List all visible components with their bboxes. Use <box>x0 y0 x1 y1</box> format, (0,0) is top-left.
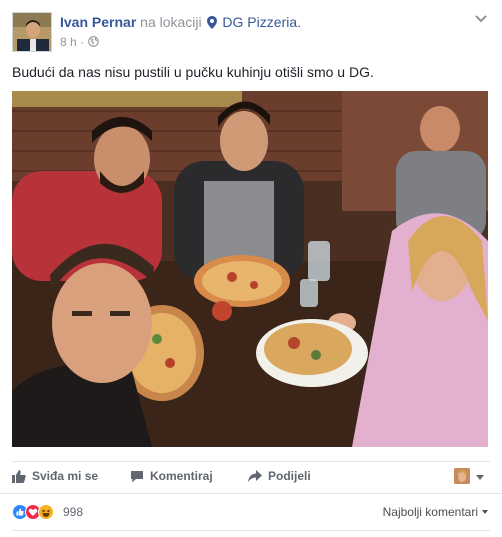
author-avatar[interactable] <box>12 12 52 52</box>
divider <box>12 530 490 531</box>
reaction-icons[interactable] <box>12 504 62 520</box>
globe-icon[interactable] <box>88 36 100 48</box>
facebook-post-card: Ivan Pernar na lokaciji DG Pizzeria. 8 h… <box>0 0 502 537</box>
meta-separator: · <box>80 34 85 49</box>
reaction-identity-avatar[interactable] <box>454 468 470 484</box>
post-header: Ivan Pernar na lokaciji DG Pizzeria. 8 h… <box>12 12 490 52</box>
location-prefix: na lokaciji <box>140 14 202 30</box>
like-button[interactable]: Sviđa mi se <box>12 469 98 483</box>
reaction-count[interactable]: 998 <box>63 505 83 519</box>
share-arrow-icon <box>248 470 262 482</box>
haha-reaction-icon <box>38 504 54 520</box>
reactions-bar: 998 Najbolji komentari <box>0 493 502 531</box>
comment-bubble-icon <box>131 471 143 483</box>
location-name-link[interactable]: DG Pizzeria. <box>222 14 301 30</box>
like-button-label: Sviđa mi se <box>32 469 99 483</box>
comments-sort-dropdown[interactable]: Najbolji komentari <box>383 505 478 519</box>
post-meta: 8 h · <box>60 34 100 49</box>
comment-button[interactable]: Komentiraj <box>130 469 213 483</box>
post-options-chevron-icon[interactable] <box>474 14 488 24</box>
post-photo[interactable] <box>12 91 488 447</box>
share-button-label: Podijeli <box>268 469 311 483</box>
post-text: Budući da nas nisu pustili u pučku kuhin… <box>12 64 374 80</box>
comment-button-label: Komentiraj <box>150 469 213 483</box>
identity-chevron-down-icon[interactable] <box>476 475 484 480</box>
post-action-bar: Sviđa mi se Komentiraj Podijeli <box>12 461 490 493</box>
author-name-link[interactable]: Ivan Pernar <box>60 14 136 30</box>
location-pin-icon <box>206 16 217 29</box>
thumbs-up-icon <box>12 470 26 483</box>
author-line: Ivan Pernar na lokaciji DG Pizzeria. <box>60 14 301 30</box>
share-button[interactable]: Podijeli <box>248 469 311 483</box>
sort-caret-down-icon[interactable] <box>482 510 488 514</box>
post-time[interactable]: 8 h <box>60 35 77 49</box>
